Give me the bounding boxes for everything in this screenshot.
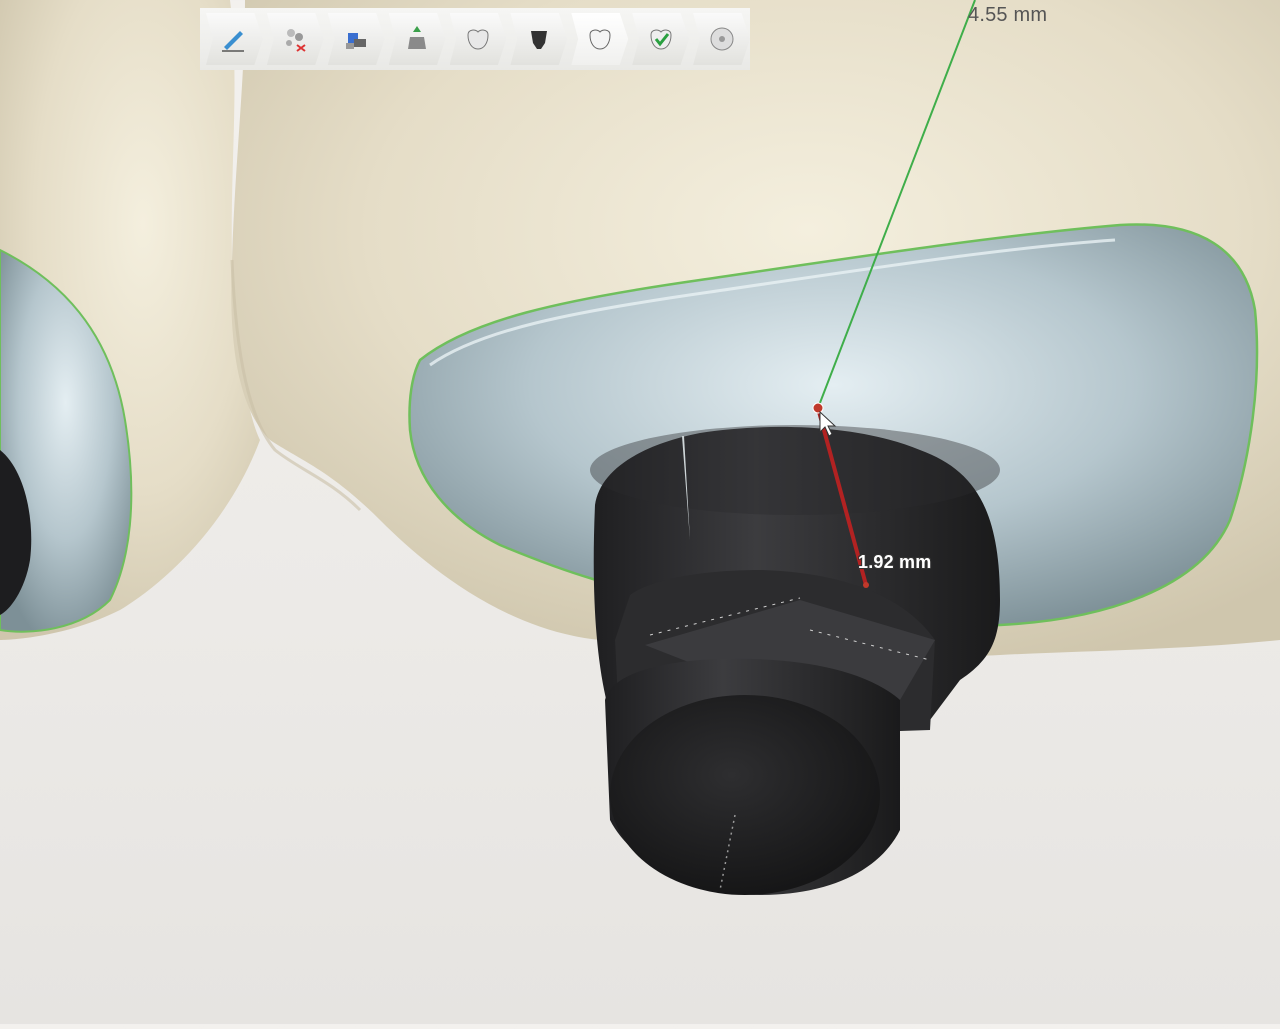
3d-viewport[interactable]: 4.55 mm 1.92 mm: [0, 0, 1280, 1024]
tool-crown-outline[interactable]: [571, 13, 629, 65]
crown-check-icon: [650, 29, 672, 50]
tool-sketch[interactable]: [206, 13, 263, 65]
abutment-insert-icon: [408, 26, 427, 49]
crown-icon: [467, 29, 489, 50]
tool-disc-export[interactable]: [693, 13, 751, 65]
tool-abutment-insert[interactable]: [388, 13, 446, 65]
scatter-tools-icon: [286, 29, 306, 52]
sketch-pencil-icon: [222, 31, 245, 52]
tool-crown[interactable]: [449, 13, 507, 65]
tool-abutment-dark[interactable]: [510, 13, 568, 65]
tool-scatter[interactable]: [266, 13, 324, 65]
red-measurement-label: 1.92 mm: [858, 552, 932, 572]
implant-parts-icon: [346, 33, 367, 49]
disc-export-icon: [710, 27, 734, 51]
tool-crown-check[interactable]: [632, 13, 690, 65]
abutment-dark-icon: [530, 31, 547, 49]
dental-scene: [0, 0, 1280, 895]
crown-outline-icon: [589, 29, 611, 50]
tool-implant-parts[interactable]: [327, 13, 385, 65]
abutment-end-face: [610, 695, 880, 895]
green-measurement-label: 4.55 mm: [968, 4, 1048, 26]
workflow-toolbar: [200, 8, 751, 70]
